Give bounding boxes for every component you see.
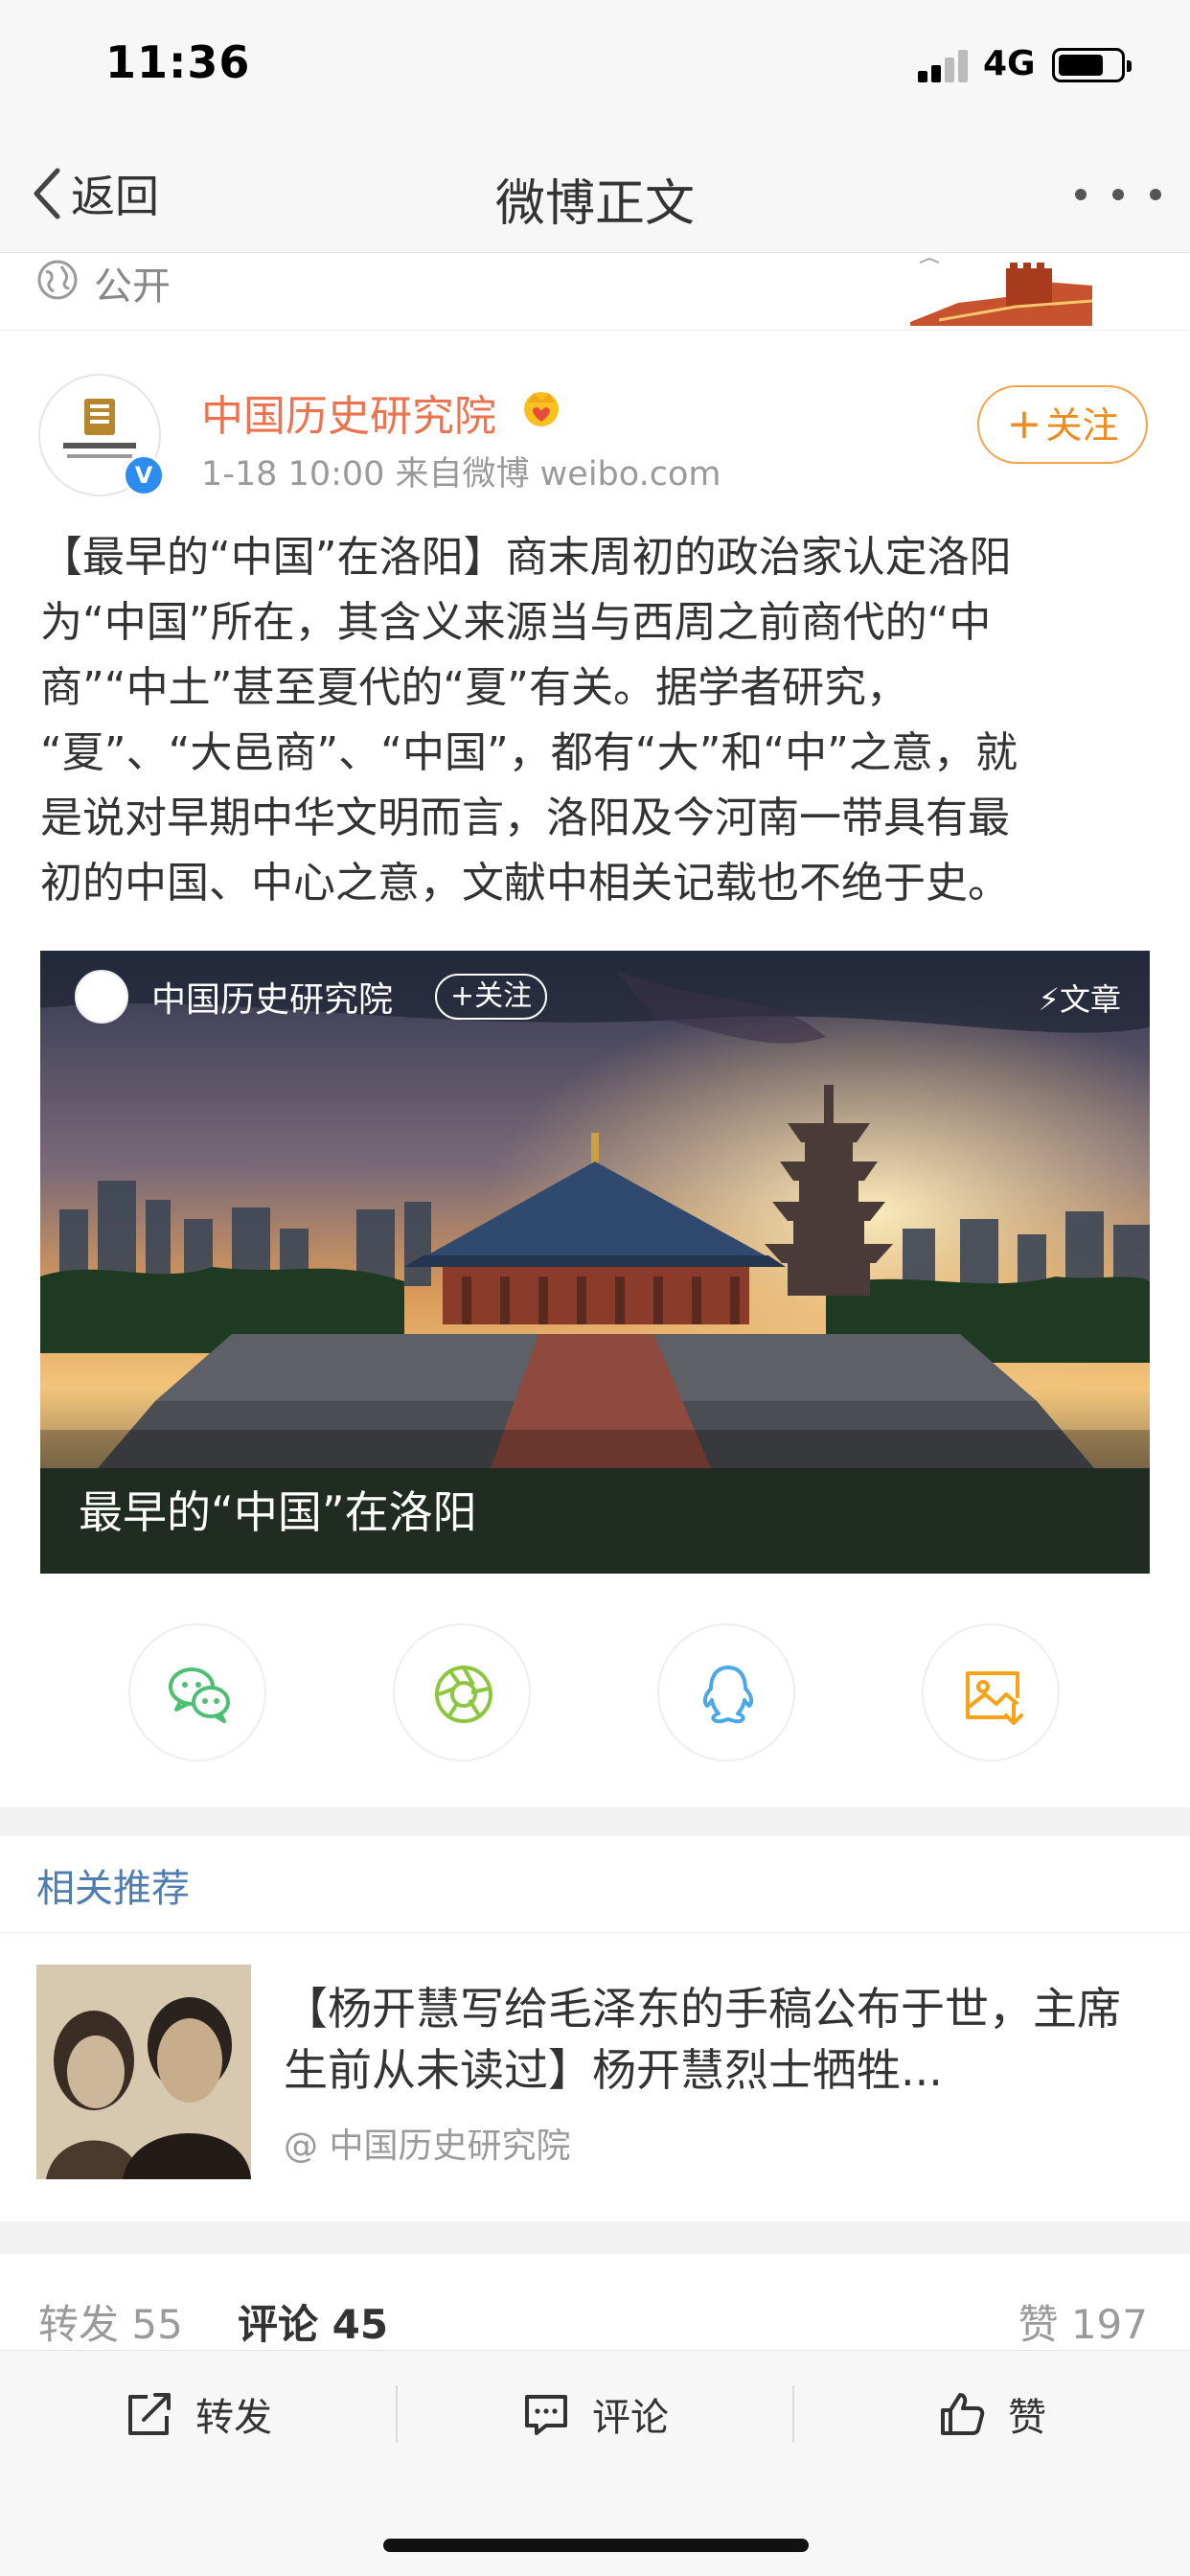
- visibility-row: 公开: [0, 253, 1190, 330]
- save-image-icon: [966, 1671, 1023, 1725]
- like-label: 赞: [1008, 2396, 1046, 2440]
- follow-label: 关注: [1045, 404, 1119, 447]
- card-follow-button[interactable]: +关注: [435, 974, 548, 1020]
- post-meta: 1-18 10:00 来自微博 weibo.com: [201, 455, 721, 494]
- card-author-name: 中国历史研究院: [151, 980, 394, 1020]
- article-title: 最早的“中国”在洛阳: [79, 1486, 477, 1538]
- author-name[interactable]: 中国历史研究院: [201, 381, 496, 443]
- moments-icon: [435, 1666, 492, 1723]
- related-thumbnail[interactable]: [36, 1965, 251, 2179]
- bottom-action-bar: 转发 评论 赞: [0, 2350, 1190, 2576]
- portrait-photo-image: [36, 1965, 251, 2179]
- verified-badge: V: [123, 454, 165, 496]
- qq-icon: [702, 1666, 754, 1724]
- share-qq-button[interactable]: [657, 1623, 795, 1761]
- divider: [0, 330, 1190, 331]
- comment-count-tab[interactable]: 评论 45: [238, 2292, 388, 2351]
- post-text: 【最早的“中国”在洛阳】商末周初的政治家认定洛阳 为“中国”所在，其含义来源当与…: [40, 533, 1018, 908]
- save-image-button[interactable]: [922, 1623, 1060, 1761]
- battery-icon: [1052, 48, 1132, 82]
- comment-button[interactable]: 评论: [397, 2351, 793, 2477]
- page-title: 微博正文: [494, 175, 695, 233]
- like-count-tab[interactable]: 赞 197: [1018, 2292, 1148, 2351]
- signal-icon: [918, 48, 970, 82]
- dot-icon: [1075, 189, 1087, 200]
- nav-bar: 返回 微博正文: [0, 134, 1190, 253]
- more-options-button[interactable]: [1075, 171, 1161, 218]
- thumbs-up-icon: [941, 2393, 985, 2435]
- plus-icon: +: [1006, 400, 1042, 448]
- forward-count-tab[interactable]: 转发 55: [38, 2292, 183, 2351]
- dot-icon: [1150, 189, 1161, 200]
- section-separator: [0, 1807, 1190, 1836]
- forward-button[interactable]: 转发: [0, 2351, 397, 2477]
- great-wall-decoration: [901, 253, 1102, 326]
- status-time: 11:36: [105, 36, 251, 88]
- globe-icon: [37, 260, 78, 300]
- related-source: @ 中国历史研究院: [284, 2127, 571, 2166]
- related-heading: 相关推荐: [36, 1867, 190, 1911]
- wechat-icon: [169, 1668, 230, 1723]
- like-button[interactable]: 赞: [793, 2351, 1190, 2477]
- article-card[interactable]: 中国历史研究院 +关注 ⚡文章 最早的“中国”在洛阳: [40, 951, 1150, 1574]
- related-title[interactable]: 【杨开慧写给毛泽东的手稿公布于世，主席生前从未读过】杨开慧烈士牺牲...: [284, 1978, 1146, 2101]
- forward-label: 转发: [195, 2396, 272, 2440]
- comment-bubble-icon: [525, 2395, 567, 2435]
- share-wechat-button[interactable]: [128, 1623, 266, 1761]
- status-bar: 11:36 4G: [0, 0, 1190, 134]
- interaction-counts: 转发 55 评论 45 赞 197: [0, 2254, 1190, 2350]
- article-tag: ⚡文章: [1038, 981, 1121, 1018]
- follow-button[interactable]: + 关注: [977, 385, 1148, 464]
- vip-crown-icon: [524, 392, 559, 426]
- section-separator: [0, 2221, 1190, 2254]
- network-label: 4G: [983, 44, 1036, 83]
- share-moments-button[interactable]: [393, 1623, 531, 1761]
- visibility-label: 公开: [94, 264, 171, 309]
- home-indicator[interactable]: [383, 2539, 809, 2552]
- comment-label: 评论: [592, 2396, 669, 2440]
- divider: [0, 1932, 1190, 1933]
- dot-icon: [1112, 189, 1124, 200]
- share-arrow-icon: [128, 2393, 171, 2435]
- card-author-avatar: [75, 970, 128, 1024]
